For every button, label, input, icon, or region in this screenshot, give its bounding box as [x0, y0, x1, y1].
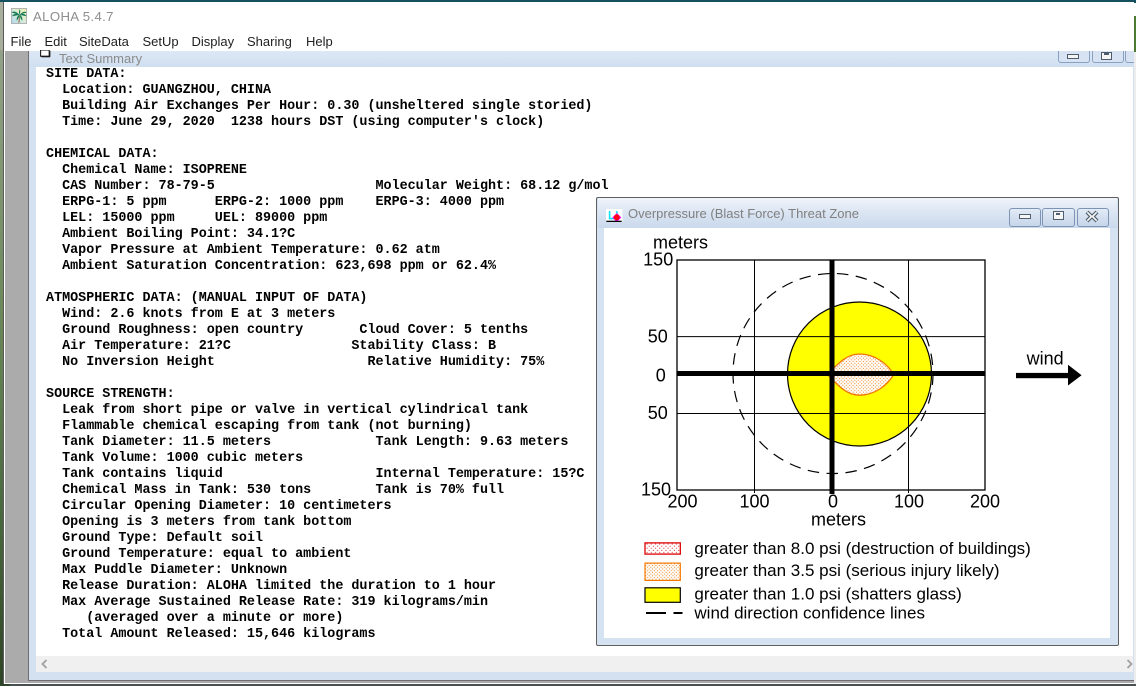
svg-text:150: 150: [643, 249, 673, 269]
svg-text:100: 100: [894, 492, 924, 512]
svg-text:200: 200: [667, 492, 697, 512]
svg-text:200: 200: [970, 492, 1000, 512]
svg-text:wind: wind: [1026, 349, 1064, 369]
svg-text:greater than 8.0 psi (destruct: greater than 8.0 psi (destruction of bui…: [694, 539, 1030, 558]
svg-text:50: 50: [648, 326, 668, 346]
svg-text:meters: meters: [811, 509, 866, 529]
svg-text:0: 0: [656, 366, 666, 386]
svg-text:greater than 3.5 psi (serious: greater than 3.5 psi (serious injury lik…: [694, 561, 999, 580]
svg-text:50: 50: [648, 403, 668, 423]
svg-text:wind direction confidence line: wind direction confidence lines: [693, 604, 925, 623]
svg-text:greater than 1.0 psi (shatters: greater than 1.0 psi (shatters glass): [694, 584, 961, 603]
svg-text:100: 100: [739, 492, 769, 512]
